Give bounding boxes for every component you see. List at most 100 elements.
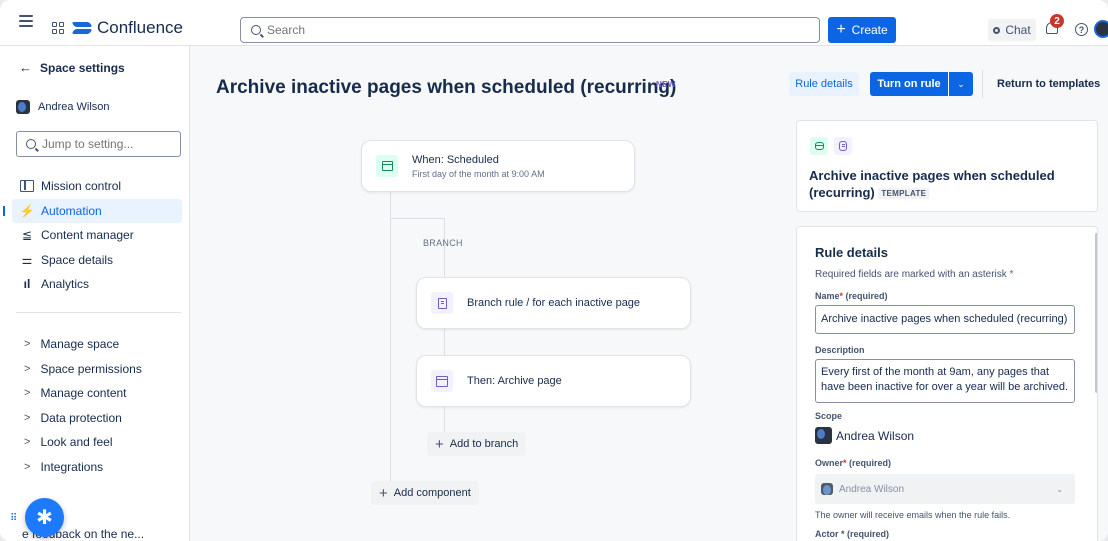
archive-action-node[interactable]: Then: Archive page	[416, 355, 691, 407]
confluence-logo-icon	[73, 21, 91, 35]
rule-details-button[interactable]: Rule details	[789, 72, 859, 96]
sidebar-item-label: Automation	[41, 203, 102, 218]
sidebar-group-look-and-feel[interactable]: > Look and feel	[0, 430, 190, 455]
calendar-icon	[376, 155, 398, 177]
create-button[interactable]: + Create	[828, 17, 896, 43]
sidebar-group-label: Integrations	[40, 459, 104, 474]
top-navigation: Confluence + Create Chat 2 ?	[0, 0, 1108, 46]
sidebar-item-space-details[interactable]: ⚌ Space details	[0, 248, 190, 273]
plus-icon: +	[435, 435, 444, 453]
chevron-down-icon: ⌄	[1056, 485, 1063, 494]
sidebar-group-label: Manage space	[40, 337, 120, 352]
sidebar-group-label: Data protection	[40, 410, 122, 425]
owner-help-text: The owner will receive emails when the r…	[815, 510, 1011, 520]
template-title: Archive inactive pages when scheduled (r…	[809, 167, 1089, 202]
required-asterisk: *	[843, 458, 847, 468]
app-switcher-icon[interactable]	[52, 22, 64, 34]
sidebar-group-label: Look and feel	[40, 435, 113, 450]
scope-field-label: Scope	[815, 411, 843, 421]
page-icon	[431, 292, 453, 314]
branch-rule-label: Branch rule / for each inactive page	[467, 297, 641, 309]
sidebar-item-label: Content manager	[41, 228, 134, 243]
sidebar-group-space-permissions[interactable]: > Space permissions	[0, 357, 190, 382]
branch-rule-node[interactable]: Branch rule / for each inactive page	[416, 277, 691, 329]
trigger-node[interactable]: When: Scheduled First day of the month a…	[361, 140, 635, 192]
space-owner[interactable]: Andrea Wilson	[16, 100, 110, 114]
scope-name: Andrea Wilson	[836, 428, 915, 443]
owner-select[interactable]: Andrea Wilson ⌄	[815, 474, 1075, 504]
owner-select-value: Andrea Wilson	[839, 483, 905, 495]
search-icon	[26, 139, 36, 149]
template-title-text: Archive inactive pages when scheduled (r…	[809, 168, 1055, 200]
sidebar-item-label: Mission control	[41, 179, 122, 194]
sidebar-group-data-protection[interactable]: > Data protection	[0, 406, 190, 431]
panel-scrollbar[interactable]	[1095, 233, 1097, 393]
lightning-icon: ⚡	[19, 203, 35, 218]
flow-connector	[390, 218, 444, 219]
mission-control-icon	[20, 180, 34, 193]
profile-avatar[interactable]	[1094, 20, 1108, 38]
search-input[interactable]	[267, 23, 767, 37]
sidebar-group-manage-content[interactable]: > Manage content	[0, 381, 190, 406]
sidebar-item-analytics[interactable]: ıl Analytics	[0, 272, 190, 297]
required-asterisk: *	[1009, 269, 1014, 280]
avatar	[821, 483, 833, 495]
sidebar-item-label: Space details	[41, 252, 114, 267]
name-field-label: Name* (required)	[815, 291, 888, 301]
jump-to-setting-box[interactable]	[16, 131, 181, 157]
add-component-button[interactable]: + Add component	[371, 481, 479, 505]
sidebar-group-label: Space permissions	[40, 361, 142, 376]
turn-on-rule-button[interactable]: Turn on rule	[870, 72, 948, 96]
app-name: Confluence	[97, 18, 184, 37]
menu-icon[interactable]	[19, 15, 33, 29]
rule-details-panel: Rule details Required fields are marked …	[796, 226, 1098, 541]
new-lozenge: NEW	[656, 80, 676, 89]
back-label: Space settings	[40, 60, 125, 75]
plus-icon: +	[836, 21, 846, 38]
arrow-left-icon: ←	[19, 60, 32, 75]
sidebar-item-mission-control[interactable]: Mission control	[0, 174, 190, 199]
avatar	[815, 427, 832, 444]
header-separator	[982, 70, 983, 98]
rule-name-input[interactable]: Archive inactive pages when scheduled (r…	[815, 305, 1075, 334]
jump-to-setting-input[interactable]	[42, 137, 172, 151]
chevron-right-icon: >	[24, 338, 31, 351]
help-icon[interactable]: ?	[1075, 23, 1088, 36]
plus-icon: +	[379, 484, 388, 502]
name-label-text: Name	[815, 291, 840, 301]
chevron-right-icon: >	[24, 460, 31, 473]
chat-button-label: Chat	[1005, 23, 1031, 37]
flow-connector	[390, 192, 391, 488]
branch-label: BRANCH	[423, 238, 463, 248]
rovo-assistant-icon[interactable]: ✱	[25, 498, 64, 537]
name-required-text: (required)	[845, 291, 888, 301]
chevron-right-icon: >	[24, 362, 31, 375]
sidebar-item-content-manager[interactable]: ≦ Content manager	[0, 223, 190, 248]
trigger-schedule: First day of the month at 9:00 AM	[412, 168, 545, 179]
calendar-icon	[810, 137, 828, 155]
owner-field-label: Owner* (required)	[815, 458, 891, 468]
space-owner-name: Andrea Wilson	[38, 101, 110, 113]
chevron-right-icon: >	[24, 436, 31, 449]
chevron-right-icon: >	[24, 411, 31, 424]
sidebar-item-automation[interactable]: ⚡ Automation	[3, 198, 182, 223]
owner-label-text: Owner	[815, 458, 844, 468]
chat-button[interactable]: Chat	[988, 19, 1036, 41]
back-to-space-settings[interactable]: ← Space settings	[19, 60, 125, 75]
add-to-branch-button[interactable]: + Add to branch	[427, 432, 527, 456]
sidebar-group-integrations[interactable]: > Integrations	[0, 455, 190, 480]
search-box[interactable]	[240, 17, 820, 43]
return-to-templates-link[interactable]: Return to templates	[997, 78, 1100, 90]
chat-icon	[993, 26, 1001, 34]
content-manager-icon: ≦	[21, 228, 33, 243]
drag-handle-icon[interactable]: ⠿	[10, 513, 17, 524]
feedback-widget[interactable]: ⠿ e feedback on the ne... ✱	[0, 498, 190, 541]
confluence-logo[interactable]: Confluence	[73, 18, 183, 38]
turn-on-rule-dropdown-chevron-down-icon[interactable]: ⌄	[949, 72, 973, 96]
avatar	[16, 100, 30, 114]
description-textarea[interactable]: Every first of the month at 9am, any pag…	[815, 359, 1075, 403]
add-to-branch-label: Add to branch	[449, 438, 519, 450]
space-settings-sidebar: ← Space settings Andrea Wilson Mission c…	[0, 46, 190, 541]
required-note-text: Required fields are marked with an aster…	[815, 269, 1007, 280]
sidebar-group-manage-space[interactable]: > Manage space	[0, 332, 190, 357]
